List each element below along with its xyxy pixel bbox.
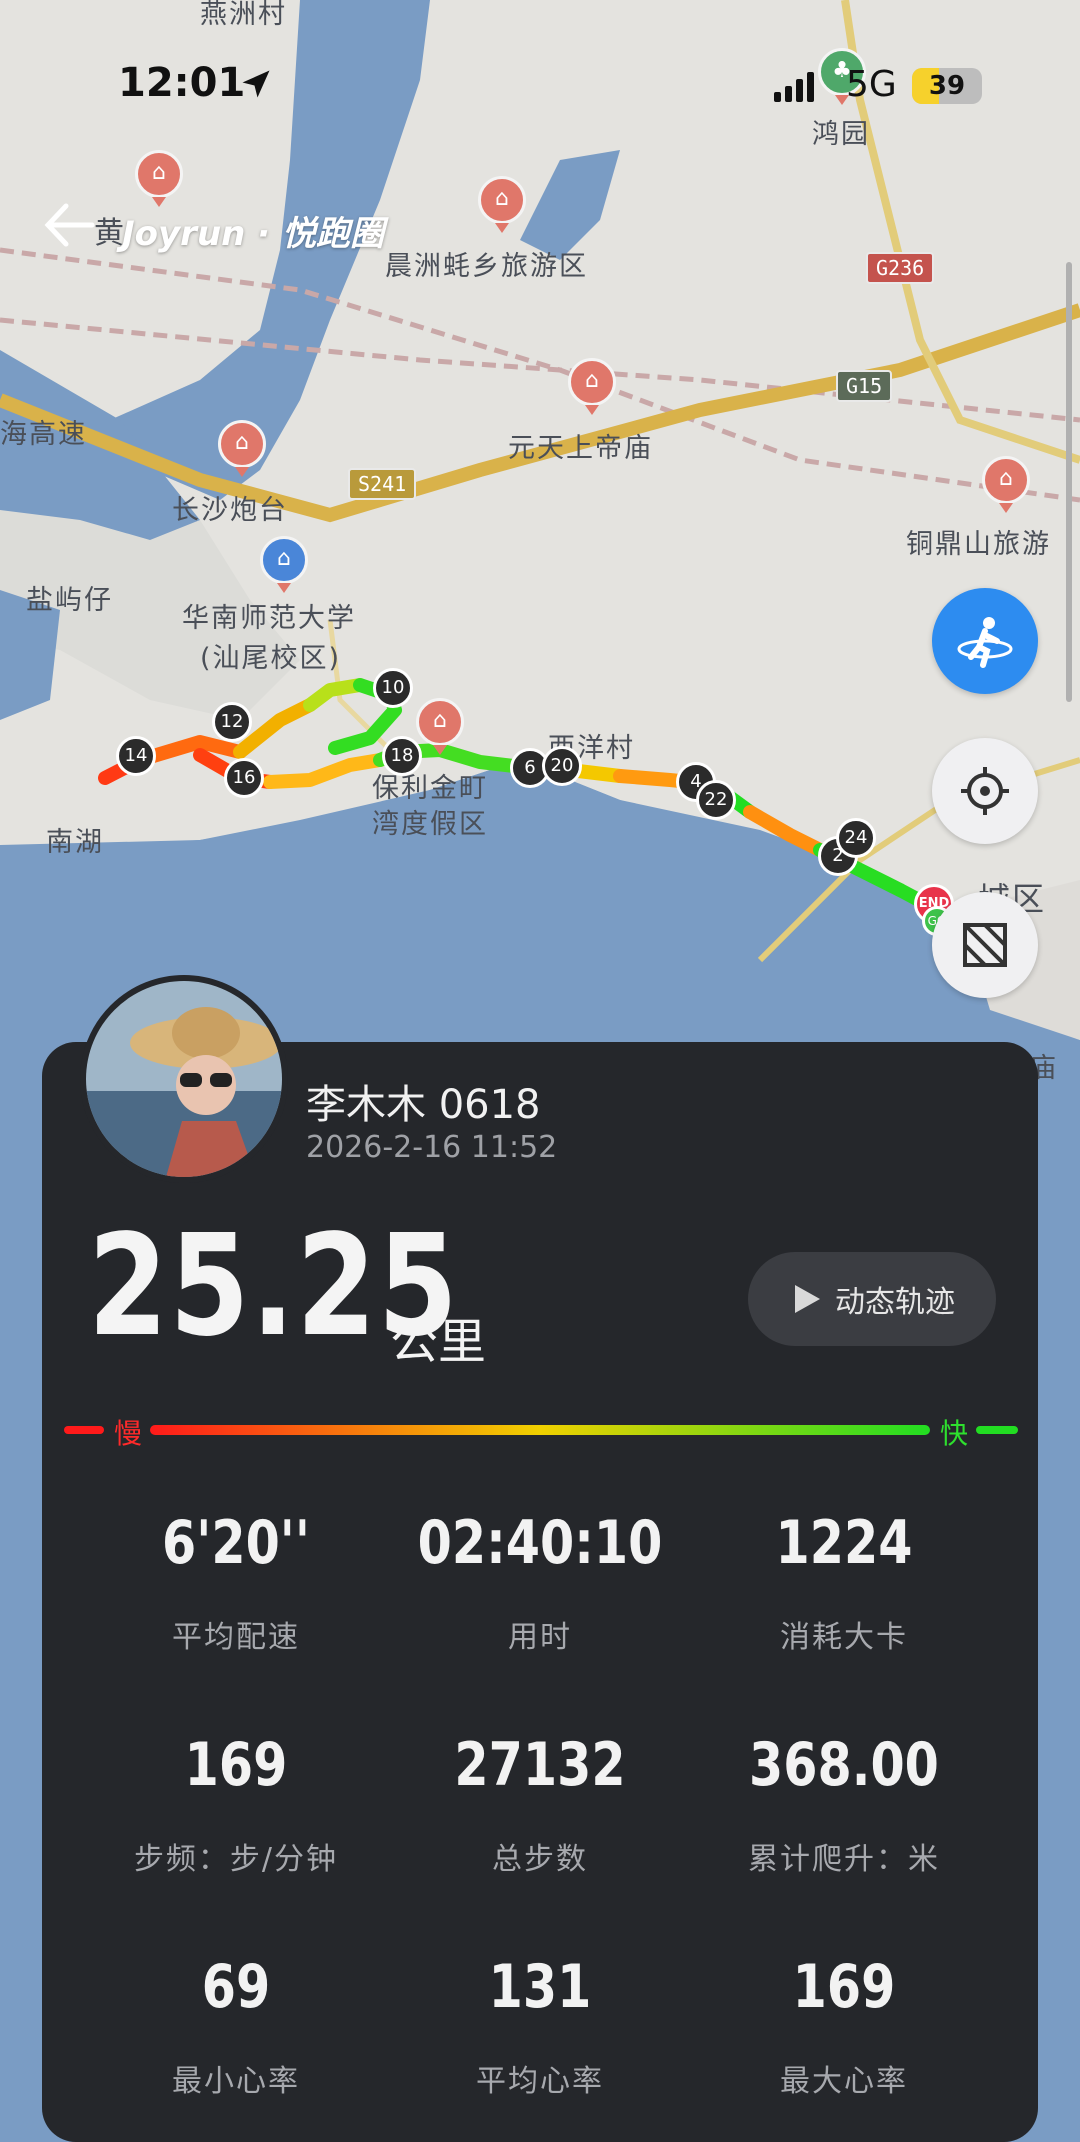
battery-indicator: 39	[912, 68, 982, 104]
km-marker[interactable]: 22	[696, 780, 736, 820]
landmark-pin-icon[interactable]: ⌂	[478, 176, 526, 233]
landmark-pin-icon[interactable]: ⌂	[135, 150, 183, 207]
landmark-pin-icon[interactable]: ⌂	[982, 456, 1030, 513]
pace-legend-fast-bar	[976, 1426, 1018, 1434]
map-label: 盐屿仔	[26, 585, 113, 616]
replay-label: 动态轨迹	[835, 1285, 955, 1320]
landmark-pin-icon[interactable]: ⌂	[416, 698, 464, 755]
pace-legend-fast: 快	[940, 1417, 969, 1450]
avg-pace-value: 6'20''	[162, 1508, 310, 1578]
map-label: 长沙炮台	[172, 495, 288, 526]
cadence-value: 169	[184, 1730, 288, 1800]
runner-icon	[957, 617, 1013, 668]
avg-heart-rate-value: 131	[488, 1952, 592, 2022]
replay-track-button[interactable]: 动态轨迹	[748, 1252, 996, 1346]
landmark-pin-icon[interactable]: ⌂	[218, 420, 266, 477]
road-shield: G236	[866, 252, 935, 284]
km-marker[interactable]: 20	[542, 746, 582, 786]
map-label: 晨洲蚝乡旅游区	[385, 251, 588, 282]
total-steps-value: 27132	[454, 1730, 626, 1800]
crosshair-icon	[961, 767, 1009, 815]
location-arrow-icon	[242, 70, 270, 98]
map-label: 南湖	[46, 827, 104, 858]
map-label: 元天上帝庙	[508, 433, 653, 464]
duration-value: 02:40:10	[417, 1508, 663, 1578]
pace-gradient-bar	[150, 1425, 930, 1435]
back-button[interactable]	[40, 200, 100, 250]
km-marker[interactable]: 14	[116, 736, 156, 776]
pace-legend-slow: 慢	[114, 1417, 143, 1450]
map-label: 燕洲村	[200, 0, 287, 30]
map-label: 铜鼎山旅游	[906, 529, 1051, 560]
avg-heart-rate-label: 平均心率	[476, 2064, 604, 2099]
duration-label: 用时	[508, 1620, 572, 1655]
road-shield: S241	[348, 468, 417, 500]
avatar[interactable]	[80, 975, 288, 1183]
km-marker[interactable]: 24	[836, 818, 876, 858]
map-label: 鸿园	[812, 119, 870, 150]
map-label: 黄	[94, 216, 124, 251]
signal-icon	[774, 72, 814, 102]
battery-level: 39	[928, 71, 966, 101]
map-layer-button[interactable]	[932, 892, 1038, 998]
scroll-indicator	[1066, 262, 1072, 702]
km-marker[interactable]: 16	[224, 758, 264, 798]
sport-mode-button[interactable]	[932, 588, 1038, 694]
calories-label: 消耗大卡	[780, 1620, 908, 1655]
run-datetime: 2026-2-16 11:52	[306, 1130, 558, 1165]
back-arrow-icon	[44, 203, 95, 247]
max-heart-rate-label: 最大心率	[780, 2064, 908, 2099]
elevation-gain-value: 368.00	[749, 1730, 939, 1800]
avg-pace-label: 平均配速	[172, 1620, 300, 1655]
distance-unit: 公里	[390, 1314, 487, 1370]
km-marker[interactable]: 12	[212, 702, 252, 742]
locate-button[interactable]	[932, 738, 1038, 844]
brand-watermark: Joyrun · 悦跑圈	[122, 214, 384, 254]
landmark-pin-icon[interactable]: ⌂	[568, 358, 616, 415]
calories-value: 1224	[775, 1508, 913, 1578]
map-label: 海高速	[0, 419, 87, 450]
layer-toggle-icon	[963, 923, 1007, 967]
elevation-gain-label: 累计爬升：米	[748, 1842, 940, 1877]
max-heart-rate-value: 169	[792, 1952, 896, 2022]
map-label: 湾度假区	[372, 809, 488, 840]
cadence-label: 步频：步/分钟	[133, 1842, 339, 1877]
avatar-photo	[86, 981, 282, 1177]
road-shield: G15	[836, 370, 893, 402]
map-label: 华南师范大学	[182, 603, 356, 634]
map-label: (汕尾校区)	[200, 643, 342, 674]
km-marker[interactable]: 10	[373, 668, 413, 708]
min-heart-rate-label: 最小心率	[172, 2064, 300, 2099]
network-label: 5G	[846, 64, 897, 105]
total-steps-label: 总步数	[492, 1842, 588, 1877]
status-time: 12:01	[118, 60, 246, 106]
user-name: 李木木 0618	[306, 1082, 541, 1128]
km-marker[interactable]: 18	[382, 736, 422, 776]
min-heart-rate-value: 69	[201, 1952, 271, 2022]
pace-legend-slow-bar	[64, 1426, 104, 1434]
school-pin-icon[interactable]: ⌂	[260, 536, 308, 593]
play-icon	[795, 1285, 820, 1313]
